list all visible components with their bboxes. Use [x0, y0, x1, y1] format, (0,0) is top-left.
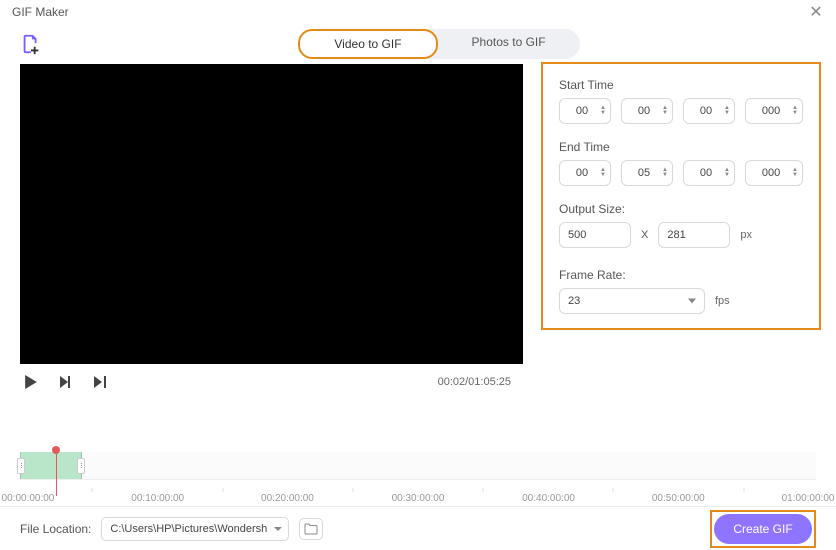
start-ms-stepper[interactable]: 000▲▼ — [745, 98, 803, 124]
add-file-icon[interactable] — [20, 33, 42, 55]
chevron-down-icon: ▼ — [600, 111, 606, 116]
tick-label: 00:30:00:00 — [392, 493, 445, 504]
range-handle-left[interactable] — [17, 458, 25, 474]
main-area: 00:02/01:05:25 Start Time 00▲▼ 00▲▼ 00▲▼… — [0, 64, 836, 452]
titlebar: GIF Maker ✕ — [0, 0, 836, 24]
start-minutes-stepper[interactable]: 00▲▼ — [621, 98, 673, 124]
tick-label: 00:00:00:00 — [2, 493, 55, 504]
open-folder-button[interactable] — [299, 518, 323, 540]
end-ms-stepper[interactable]: 000▲▼ — [745, 160, 803, 186]
tick-label: 00:40:00:00 — [522, 493, 575, 504]
frame-rate-select[interactable]: 23 — [559, 288, 705, 314]
px-unit: px — [740, 229, 752, 241]
create-highlight: Create GIF — [710, 510, 816, 548]
end-seconds-stepper[interactable]: 00▲▼ — [683, 160, 735, 186]
end-time-row: 00▲▼ 05▲▼ 00▲▼ 000▲▼ — [559, 160, 803, 186]
range-handle-right[interactable] — [77, 458, 85, 474]
tick-label: 00:50:00:00 — [652, 493, 705, 504]
video-preview[interactable] — [20, 64, 523, 364]
tab-video-to-gif[interactable]: Video to GIF — [298, 29, 437, 59]
tick-row: 00:00:00:00 00:10:00:00 00:20:00:00 00:3… — [20, 480, 816, 506]
height-field[interactable] — [658, 222, 730, 248]
right-column: Start Time 00▲▼ 00▲▼ 00▲▼ 000▲▼ End Time… — [541, 64, 821, 452]
create-gif-button[interactable]: Create GIF — [714, 514, 812, 544]
window-title: GIF Maker — [12, 5, 808, 19]
next-frame-icon[interactable] — [94, 376, 106, 388]
end-minutes-stepper[interactable]: 05▲▼ — [621, 160, 673, 186]
toolbar: Video to GIF Photos to GIF — [0, 24, 836, 64]
output-size-row: X px — [559, 222, 803, 248]
start-time-label: Start Time — [559, 78, 803, 92]
timeline-track[interactable] — [20, 452, 816, 480]
file-location-label: File Location: — [20, 522, 91, 536]
tab-photos-to-gif[interactable]: Photos to GIF — [438, 29, 580, 59]
tick-label: 01:00:00:00 — [782, 493, 835, 504]
range-selection[interactable] — [20, 452, 82, 479]
timeline: 00:00:00:00 00:10:00:00 00:20:00:00 00:3… — [0, 452, 836, 506]
frame-rate-row: 23 fps — [559, 288, 803, 314]
prev-frame-icon[interactable] — [60, 376, 72, 388]
file-location-select[interactable]: C:\Users\HP\Pictures\Wondersh — [101, 517, 289, 541]
settings-panel: Start Time 00▲▼ 00▲▼ 00▲▼ 000▲▼ End Time… — [541, 62, 821, 330]
end-hours-stepper[interactable]: 00▲▼ — [559, 160, 611, 186]
width-field[interactable] — [559, 222, 631, 248]
play-icon[interactable] — [24, 375, 38, 389]
end-time-label: End Time — [559, 140, 803, 154]
folder-icon — [304, 523, 318, 535]
close-icon[interactable]: ✕ — [808, 2, 824, 22]
left-column: 00:02/01:05:25 — [20, 64, 523, 452]
app-window: GIF Maker ✕ Video to GIF Photos to GIF — [0, 0, 836, 550]
time-display: 00:02/01:05:25 — [438, 376, 519, 388]
tick-label: 00:20:00:00 — [261, 493, 314, 504]
tabs-container: Video to GIF Photos to GIF — [42, 29, 836, 59]
fps-unit: fps — [715, 295, 730, 307]
tabs: Video to GIF Photos to GIF — [298, 29, 579, 59]
tick-label: 00:10:00:00 — [131, 493, 184, 504]
video-controls: 00:02/01:05:25 — [20, 364, 523, 400]
by-separator: X — [641, 229, 648, 241]
start-time-row: 00▲▼ 00▲▼ 00▲▼ 000▲▼ — [559, 98, 803, 124]
footer: File Location: C:\Users\HP\Pictures\Wond… — [0, 506, 836, 550]
start-seconds-stepper[interactable]: 00▲▼ — [683, 98, 735, 124]
output-size-label: Output Size: — [559, 202, 803, 216]
frame-rate-label: Frame Rate: — [559, 268, 803, 282]
start-hours-stepper[interactable]: 00▲▼ — [559, 98, 611, 124]
